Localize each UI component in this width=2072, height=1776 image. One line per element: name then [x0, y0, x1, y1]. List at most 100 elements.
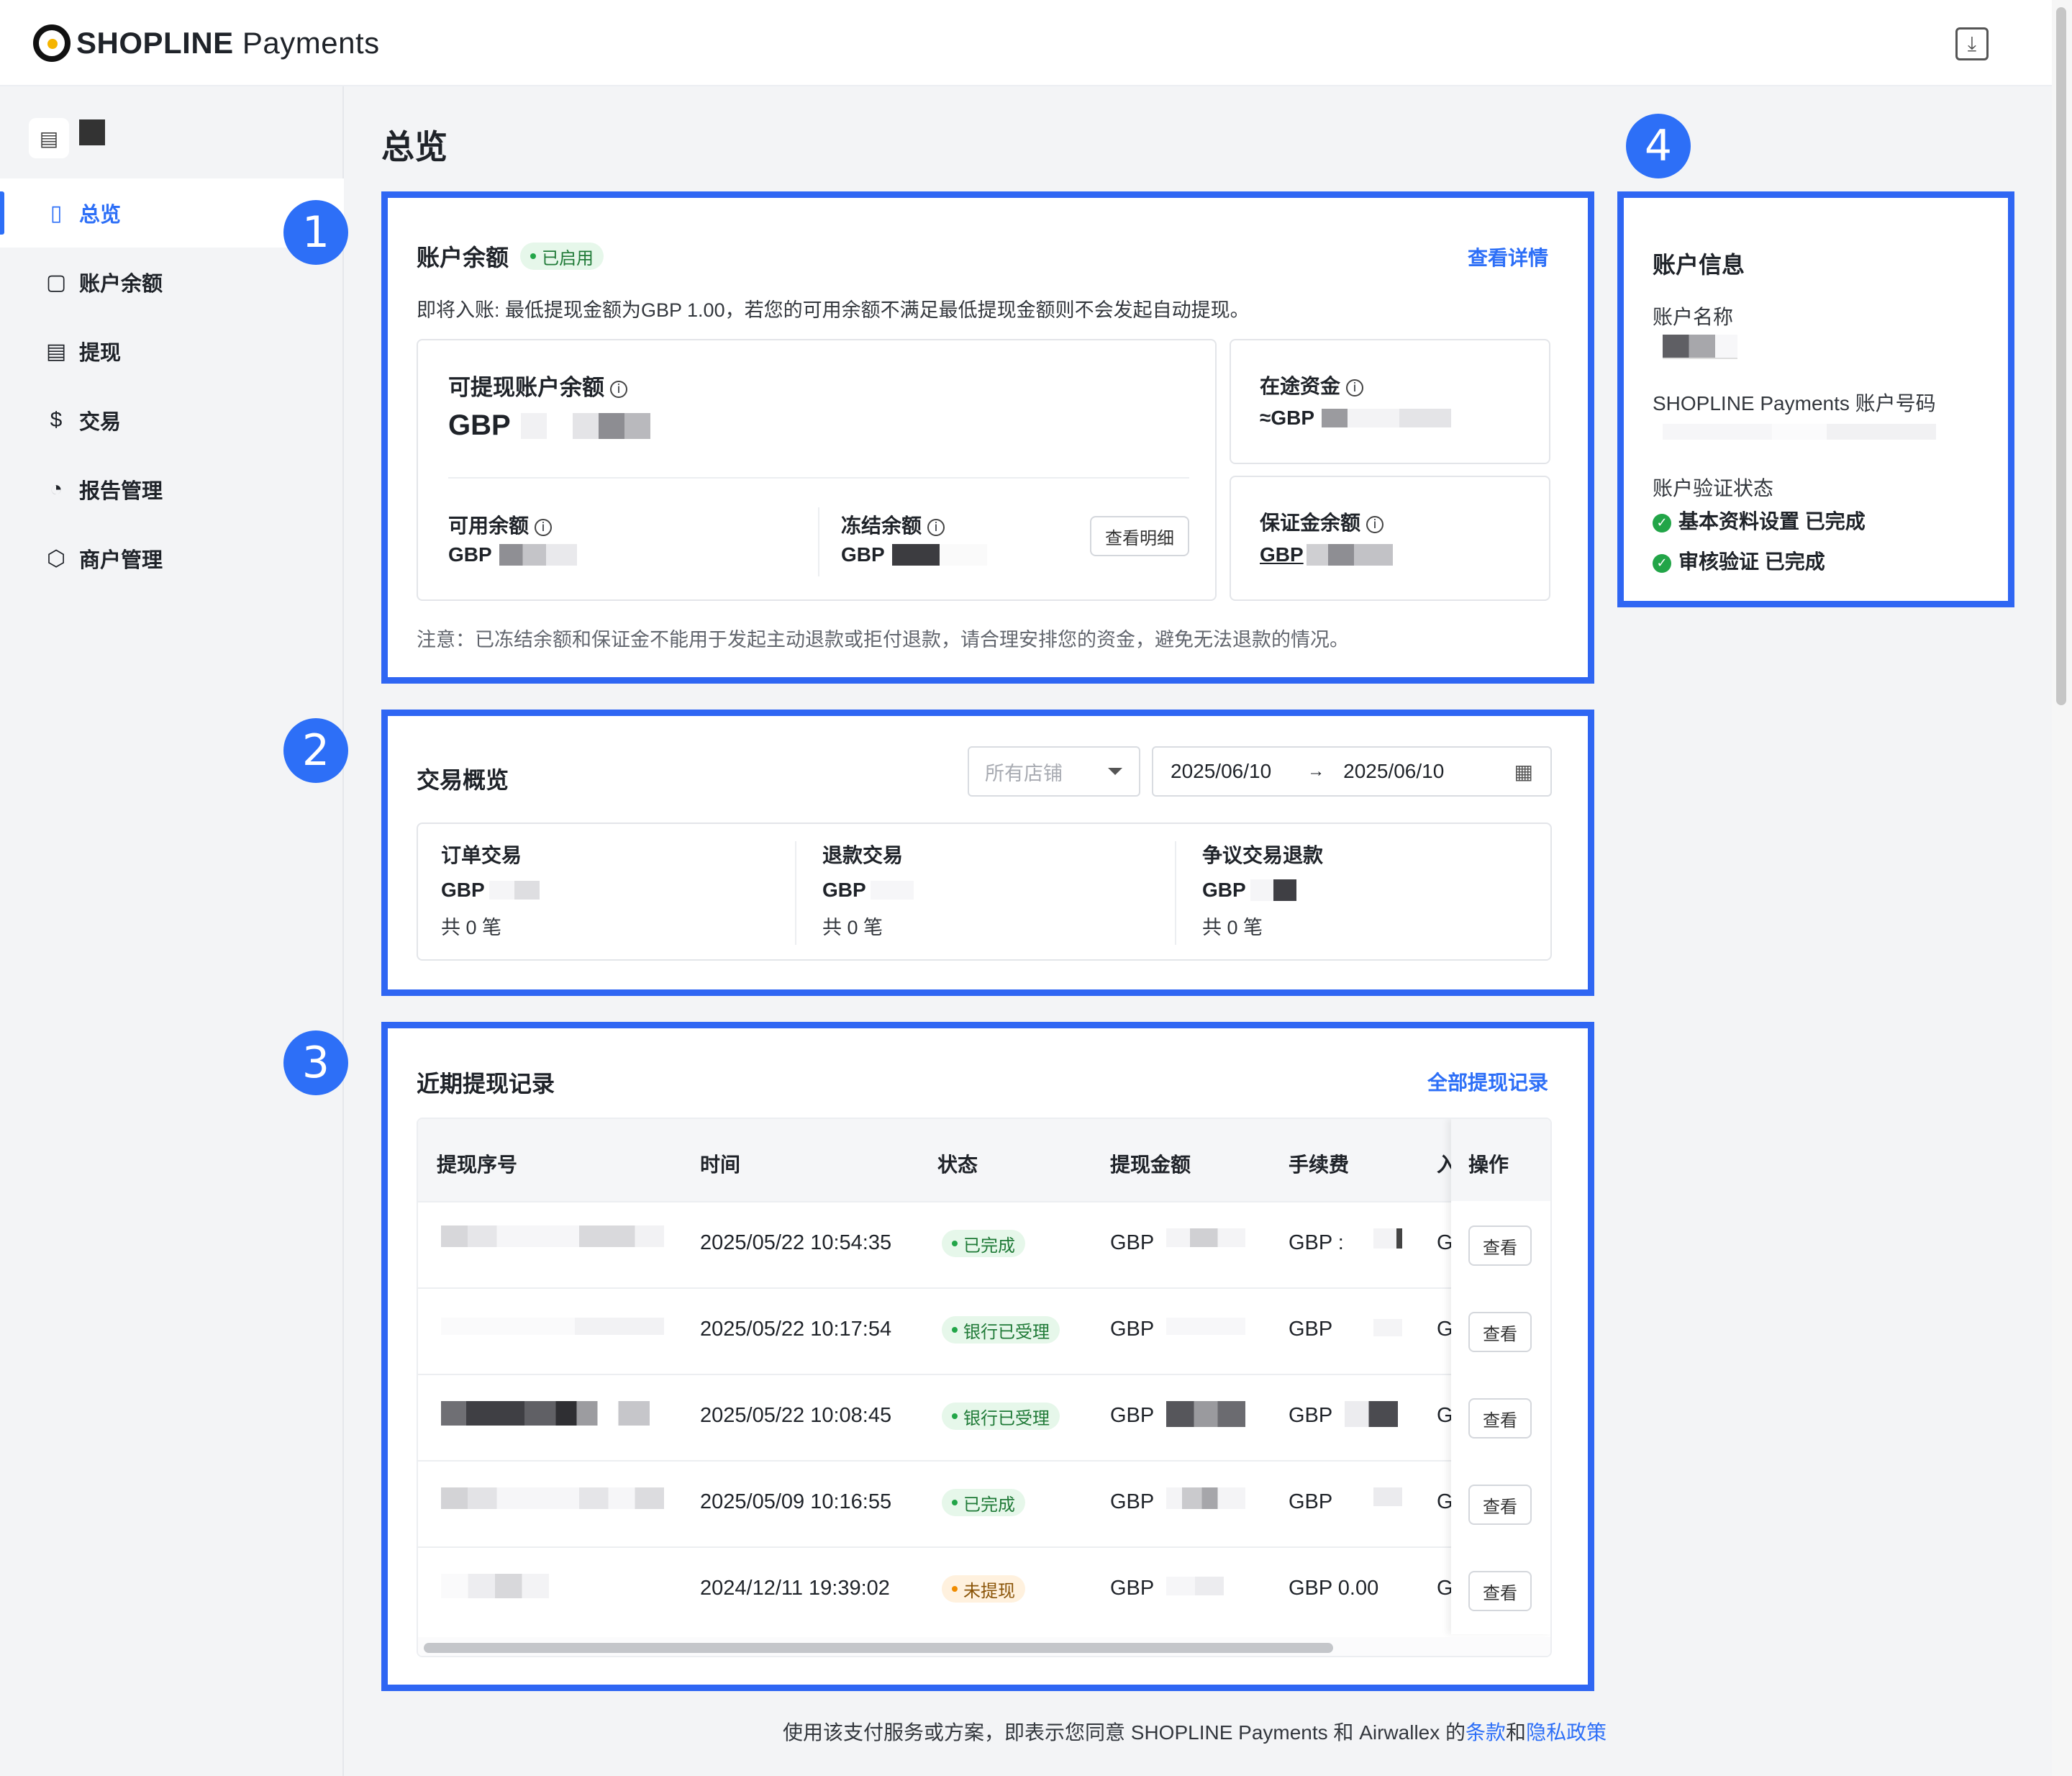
table-row[interactable]: 2025/05/22 10:54:35 已完成 GBP GBP : G [418, 1201, 1550, 1287]
store-switcher[interactable]: ▤ [29, 118, 105, 158]
info-icon[interactable]: i [610, 380, 627, 398]
wallet-icon: ▢ [45, 270, 67, 294]
view-button[interactable]: 查看 [1468, 1398, 1532, 1439]
view-button[interactable]: 查看 [1468, 1225, 1532, 1266]
annotation-badge-4: 4 [1626, 114, 1691, 178]
withdrawable-label: 可提现账户余额 i [448, 369, 627, 402]
table-row[interactable]: 2024/12/11 19:39:02 未提现 GBP GBP 0.00 G [418, 1546, 1550, 1633]
sidebar-item-label: 账户余额 [79, 273, 163, 296]
withdrawable-amount: GBP [448, 409, 650, 442]
table-horizontal-scrollbar[interactable] [418, 1637, 1550, 1656]
store-filter-placeholder: 所有店铺 [985, 762, 1063, 784]
column-header[interactable]: 提现序号 [437, 1149, 517, 1178]
all-withdrawals-link[interactable]: 全部提现记录 [1427, 1067, 1548, 1096]
sidebar-item-balance[interactable]: ▢ 账户余额 [0, 248, 344, 317]
logo-text: SHOPLINE Payments [76, 26, 380, 60]
status-badge: 银行已受理 [942, 1403, 1060, 1430]
deposit-amount[interactable]: GBP [1260, 543, 1393, 566]
withdrawable-panel: 可提现账户余额 i GBP 可用余额 i GBP 冻结余额 i GBP 查看明细 [417, 339, 1217, 601]
view-button[interactable]: 查看 [1468, 1485, 1532, 1525]
masked-amount [1166, 1577, 1224, 1595]
column-header[interactable]: 提现金额 [1110, 1149, 1191, 1178]
footer-and: 和 [1506, 1721, 1527, 1744]
transaction-icon: $ [50, 408, 63, 432]
privacy-link[interactable]: 隐私政策 [1526, 1721, 1607, 1744]
check-circle-icon: ✓ [1653, 513, 1671, 533]
withdrawal-amount: GBP [1110, 1577, 1155, 1600]
masked-amount [1322, 409, 1452, 427]
masked-withdrawal-id [441, 1487, 664, 1509]
view-breakdown-button[interactable]: 查看明细 [1090, 516, 1189, 556]
masked-amount [1373, 1228, 1402, 1249]
top-bar: SHOPLINE Payments ⤓ [0, 0, 2052, 86]
info-icon[interactable]: i [1366, 515, 1384, 533]
sidebar-item-withdraw[interactable]: ▤ 提现 [0, 317, 344, 386]
masked-account-number [1663, 424, 1936, 440]
date-range-picker[interactable]: 2025/06/10 → 2025/06/10 ▦ [1152, 746, 1552, 797]
sidebar-item-transactions[interactable]: $ 交易 [0, 386, 344, 455]
withdrawal-fee: GBP [1289, 1318, 1333, 1341]
shopline-logo[interactable]: SHOPLINE Payments [33, 22, 380, 65]
verify-item-basic: ✓ 基本资料设置 已完成 [1653, 506, 1866, 535]
in-transit-amount: ≈GBP [1260, 407, 1452, 430]
sidebar-item-merchant[interactable]: ⬡ 商户管理 [0, 524, 344, 593]
masked-amount [1306, 544, 1393, 566]
store-name-masked [79, 119, 105, 145]
status-badge: 银行已受理 [942, 1316, 1060, 1344]
report-icon: ◔ [49, 477, 63, 501]
info-icon[interactable]: i [1346, 379, 1364, 397]
divider [795, 841, 796, 945]
sidebar-item-label: 报告管理 [79, 480, 163, 503]
withdrawal-amount: GBP [1110, 1404, 1155, 1427]
date-from: 2025/06/10 [1171, 760, 1272, 782]
view-details-link[interactable]: 查看详情 [1468, 243, 1548, 271]
info-icon[interactable]: i [535, 518, 553, 536]
table-row[interactable]: 2025/05/22 10:17:54 银行已受理 GBP GBP G [418, 1287, 1550, 1374]
view-button[interactable]: 查看 [1468, 1571, 1532, 1611]
table-row[interactable]: 2025/05/22 10:08:45 银行已受理 GBP GBP G [418, 1374, 1550, 1460]
masked-amount [1250, 879, 1296, 901]
withdrawal-fee: GBP [1289, 1490, 1333, 1513]
column-header[interactable]: 时间 [700, 1149, 740, 1178]
terms-link[interactable]: 条款 [1466, 1721, 1506, 1744]
page-scrollbar-thumb[interactable] [2056, 7, 2066, 705]
withdrawal-amount: GBP [1110, 1231, 1155, 1254]
column-header[interactable]: 手续费 [1289, 1149, 1349, 1178]
withdrawal-time: 2024/12/11 19:39:02 [700, 1577, 890, 1600]
balance-title: 账户余额 [417, 245, 509, 271]
calendar-icon: ▦ [1514, 760, 1533, 783]
masked-withdrawal-id [441, 1574, 549, 1598]
verify-item-review: ✓ 审核验证 已完成 [1653, 546, 1825, 575]
page-title: 总览 [381, 128, 447, 166]
status-badge: 已启用 [520, 243, 604, 270]
withdrawal-time: 2025/05/22 10:54:35 [700, 1231, 892, 1254]
table-scrollbar-thumb[interactable] [424, 1643, 1333, 1653]
view-button[interactable]: 查看 [1468, 1312, 1532, 1352]
deposit-panel: 保证金余额 i GBP [1230, 476, 1550, 601]
sidebar-item-label: 交易 [79, 411, 122, 434]
sidebar-item-label: 总览 [79, 204, 122, 227]
store-filter[interactable]: 所有店铺 ⏷ [968, 746, 1140, 797]
withdrawal-time: 2025/05/22 10:08:45 [700, 1404, 892, 1427]
account-name-label: 账户名称 [1653, 306, 1734, 328]
masked-amount [489, 881, 540, 900]
masked-withdrawal-id [441, 1225, 664, 1247]
download-icon[interactable]: ⤓ [1955, 27, 1989, 60]
check-circle-icon: ✓ [1653, 553, 1671, 573]
column-header[interactable]: 状态 [937, 1149, 978, 1178]
sidebar: ▤ ▯ 总览 ▢ 账户余额 ▤ 提现 $ 交易 ◔ 报告管理 ⬡ 商户管理 [0, 86, 344, 1776]
annotation-badge-3: 3 [283, 1030, 348, 1095]
withdrawal-fee: GBP [1289, 1404, 1333, 1427]
transaction-overview-title: 交易概览 [417, 767, 509, 793]
account-info-card: 账户信息 账户名称 SHOPLINE Payments 账户号码 账户验证状态 … [1617, 191, 2014, 607]
divider [1175, 841, 1176, 945]
in-transit-panel: 在途资金 i ≈GBP [1230, 339, 1550, 464]
column-header: 操作 [1468, 1154, 1509, 1176]
status-badge: 已完成 [942, 1489, 1025, 1516]
sidebar-item-reports[interactable]: ◔ 报告管理 [0, 455, 344, 524]
stat-orders: 订单交易 GBP 共 0 笔 [441, 840, 540, 940]
info-icon[interactable]: i [927, 518, 945, 536]
operations-column: 操作 查看 查看 查看 查看 查看 [1451, 1119, 1550, 1634]
transaction-overview-card: 交易概览 所有店铺 ⏷ 2025/06/10 → 2025/06/10 ▦ 订单… [381, 710, 1594, 996]
table-row[interactable]: 2025/05/09 10:16:55 已完成 GBP GBP G [418, 1460, 1550, 1546]
